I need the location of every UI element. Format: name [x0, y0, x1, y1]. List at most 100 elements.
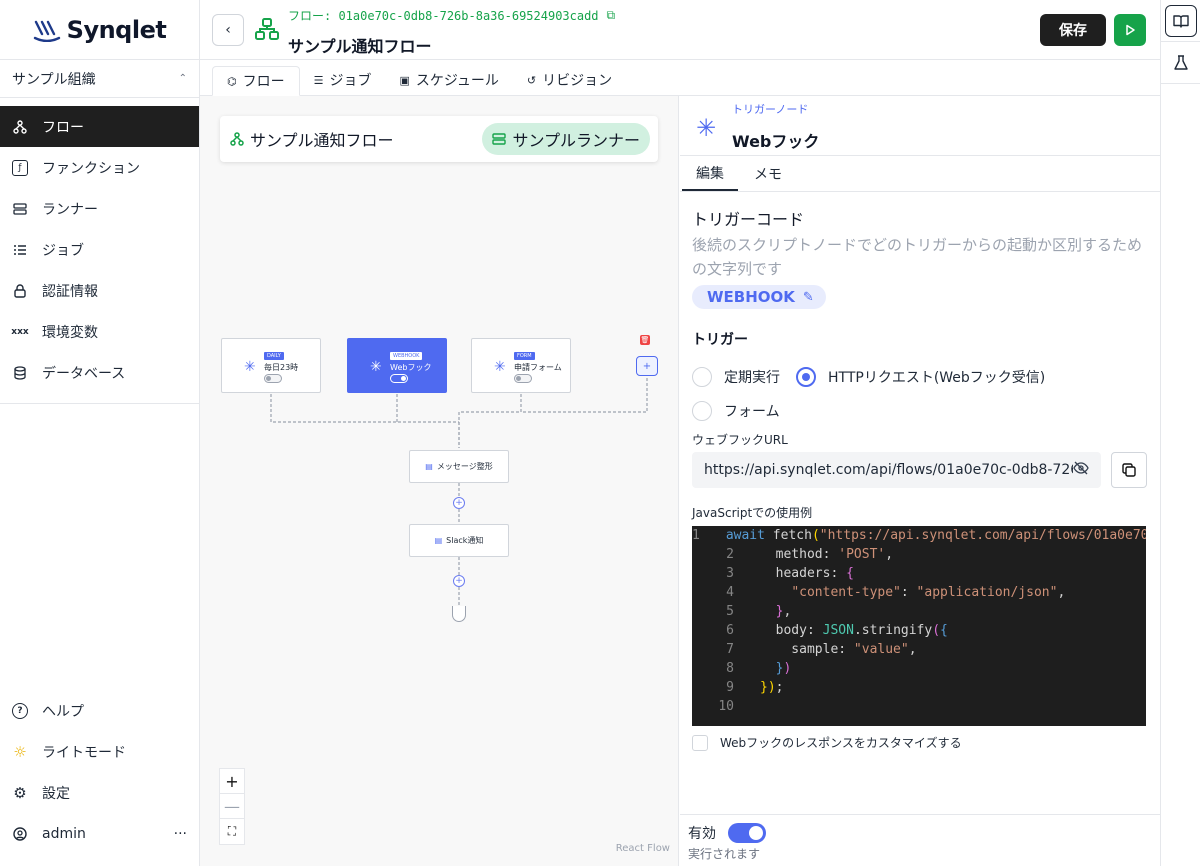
pencil-icon[interactable]: ✎ — [803, 290, 814, 305]
back-button[interactable]: ‹ — [212, 14, 244, 46]
tab-edit[interactable]: 編集 — [682, 156, 738, 191]
sidebar-item-label: 設定 — [42, 785, 70, 802]
sidebar-item-help[interactable]: ? ヘルプ — [0, 690, 199, 731]
trigger-node-form[interactable]: ✳ FORM 申請フォーム — [471, 338, 571, 393]
flow-icon — [255, 18, 279, 40]
delete-node-button[interactable]: 🗑 — [640, 335, 650, 345]
enabled-row: 有効 — [688, 823, 1152, 843]
add-trigger-button[interactable]: + — [636, 356, 658, 376]
custom-response-checkbox-row[interactable]: Webフックのレスポンスをカスタマイズする — [692, 734, 1148, 751]
sidebar-item-env[interactable]: xxx 環境変数 — [0, 311, 199, 352]
flow-id: フロー: 01a0e70c-0db8-726b-8a36-69524903cad… — [288, 7, 615, 24]
tab-jobs[interactable]: ☰ ジョブ — [300, 65, 386, 95]
main-nav: フロー ƒ ファンクション ランナー ジョブ 認証情報 xxx 環境変数 データ… — [0, 98, 199, 393]
flow-card-title: サンプル通知フロー — [230, 127, 394, 151]
trigger-node-webhook[interactable]: ✳ WEBHOOK Webフック — [347, 338, 447, 393]
radio-circle[interactable] — [692, 401, 712, 421]
flow-info-card: サンプル通知フロー サンプルランナー — [220, 116, 658, 162]
tab-schedule[interactable]: ▣ スケジュール — [385, 65, 512, 95]
org-selector[interactable]: サンプル組織 ⌃ — [0, 60, 199, 98]
sidebar-item-label: 環境変数 — [42, 324, 98, 341]
radio-form[interactable]: フォーム — [692, 401, 780, 421]
add-step-button[interactable]: + — [453, 575, 465, 587]
trigger-code-description: 後続のスクリプトノードでどのトリガーからの起動か区別するための文字列です — [692, 236, 1143, 278]
sidebar-item-settings[interactable]: ⚙ 設定 — [0, 772, 199, 813]
job-icon — [12, 242, 28, 258]
tab-revisions[interactable]: ↺ リビジョン — [513, 65, 626, 95]
flow-tabs: ⌬ フロー ☰ ジョブ ▣ スケジュール ↺ リビジョン — [200, 60, 1160, 96]
webhook-url-field[interactable]: https://api.synqlet.com/api/flows/01a0e7… — [692, 452, 1101, 488]
webhook-url-row: https://api.synqlet.com/api/flows/01a0e7… — [692, 452, 1148, 488]
code-line: 8 }) — [726, 661, 792, 676]
sparkle-icon: ✳ — [370, 359, 382, 375]
sidebar-item-user[interactable]: admin ··· — [0, 813, 199, 854]
enabled-toggle[interactable] — [728, 823, 766, 843]
copy-icon[interactable]: ⧉ — [607, 8, 616, 23]
flow-icon — [230, 132, 244, 146]
trigger-badge: FORM — [514, 352, 535, 360]
radio-circle[interactable] — [796, 367, 816, 387]
trigger-toggle[interactable] — [514, 374, 532, 383]
fit-view-button[interactable]: ⛶ — [220, 819, 244, 844]
radio-schedule[interactable]: 定期実行 — [692, 367, 780, 387]
add-step-button[interactable]: + — [453, 497, 465, 509]
sidebar-item-database[interactable]: データベース — [0, 352, 199, 393]
trigger-toggle[interactable] — [264, 374, 282, 383]
trigger-node-daily[interactable]: ✳ DAILY 毎日23時 — [221, 338, 321, 393]
sidebar-item-function[interactable]: ƒ ファンクション — [0, 147, 199, 188]
variable-icon: xxx — [11, 326, 29, 337]
react-flow-attribution[interactable]: React Flow — [616, 843, 670, 854]
sidebar-item-label: admin — [42, 825, 86, 842]
custom-response-checkbox[interactable] — [692, 734, 708, 751]
radio-http[interactable]: HTTPリクエスト(Webフック受信) — [796, 367, 1045, 387]
panel-title: Webフック — [732, 132, 820, 151]
code-line: 2 method: 'POST', — [726, 547, 894, 562]
play-icon — [1126, 24, 1135, 36]
eye-off-icon[interactable] — [1073, 461, 1089, 479]
sidebar-item-job[interactable]: ジョブ — [0, 229, 199, 270]
radio-circle[interactable] — [692, 367, 712, 387]
trigger-label: Webフック — [390, 363, 432, 372]
sidebar-item-label: ライトモード — [42, 744, 126, 761]
app-root: Synqlet サンプル組織 ⌃ フロー ƒ ファンクション ランナー ジョブ … — [0, 0, 1200, 866]
tab-label: ジョブ — [329, 73, 372, 89]
logo-icon — [33, 20, 60, 42]
flow-canvas[interactable]: サンプル通知フロー サンプルランナー ✳ DAILY 毎日23時 ✳ WEBHO… — [200, 96, 679, 866]
zoom-controls: + — ⛶ — [219, 768, 245, 845]
tab-label: フロー — [242, 74, 285, 90]
tab-memo[interactable]: メモ — [740, 156, 796, 191]
sparkle-icon: ✳ — [244, 359, 256, 375]
flow-card-name: サンプル通知フロー — [250, 131, 394, 150]
more-icon[interactable]: ··· — [174, 826, 187, 842]
zoom-in-button[interactable]: + — [220, 769, 244, 794]
sidebar-item-label: 認証情報 — [42, 283, 98, 300]
job-icon: ☰ — [313, 73, 324, 87]
panel-body: トリガーコード 後続のスクリプトノードでどのトリガーからの起動か区別するための文… — [680, 192, 1160, 763]
sidebar-item-light-mode[interactable]: ☼ ライトモード — [0, 731, 199, 772]
sidebar-item-label: ランナー — [42, 201, 98, 218]
test-button[interactable] — [1161, 42, 1200, 84]
sidebar-item-label: データベース — [42, 365, 126, 382]
trigger-code-chip[interactable]: WEBHOOK ✎ — [692, 285, 826, 309]
save-button[interactable]: 保存 — [1040, 14, 1106, 46]
sidebar-item-runner[interactable]: ランナー — [0, 188, 199, 229]
panel-subtitle: トリガーノード — [732, 103, 809, 116]
docs-button[interactable] — [1161, 0, 1200, 42]
zoom-out-button[interactable]: — — [220, 794, 244, 819]
js-code-editor[interactable]: 1 await fetch("https://api.synqlet.com/ap… — [692, 526, 1146, 726]
runner-name: サンプルランナー — [512, 131, 640, 150]
run-button[interactable] — [1114, 14, 1146, 46]
copy-url-button[interactable] — [1111, 452, 1147, 488]
radio-label: 定期実行 — [724, 370, 780, 386]
trigger-toggle[interactable] — [390, 374, 408, 383]
code-line: 5 }, — [726, 604, 792, 619]
sidebar-item-credentials[interactable]: 認証情報 — [0, 270, 199, 311]
step-node-format[interactable]: ▤ メッセージ整形 — [409, 450, 509, 483]
step-node-slack[interactable]: ▤ Slack通知 — [409, 524, 509, 557]
runner-badge[interactable]: サンプルランナー — [482, 123, 650, 155]
logo[interactable]: Synqlet — [0, 0, 199, 60]
sidebar: Synqlet サンプル組織 ⌃ フロー ƒ ファンクション ランナー ジョブ … — [0, 0, 200, 866]
flask-icon — [1174, 54, 1188, 70]
tab-flow[interactable]: ⌬ フロー — [212, 66, 300, 96]
sidebar-item-flow[interactable]: フロー — [0, 106, 199, 147]
